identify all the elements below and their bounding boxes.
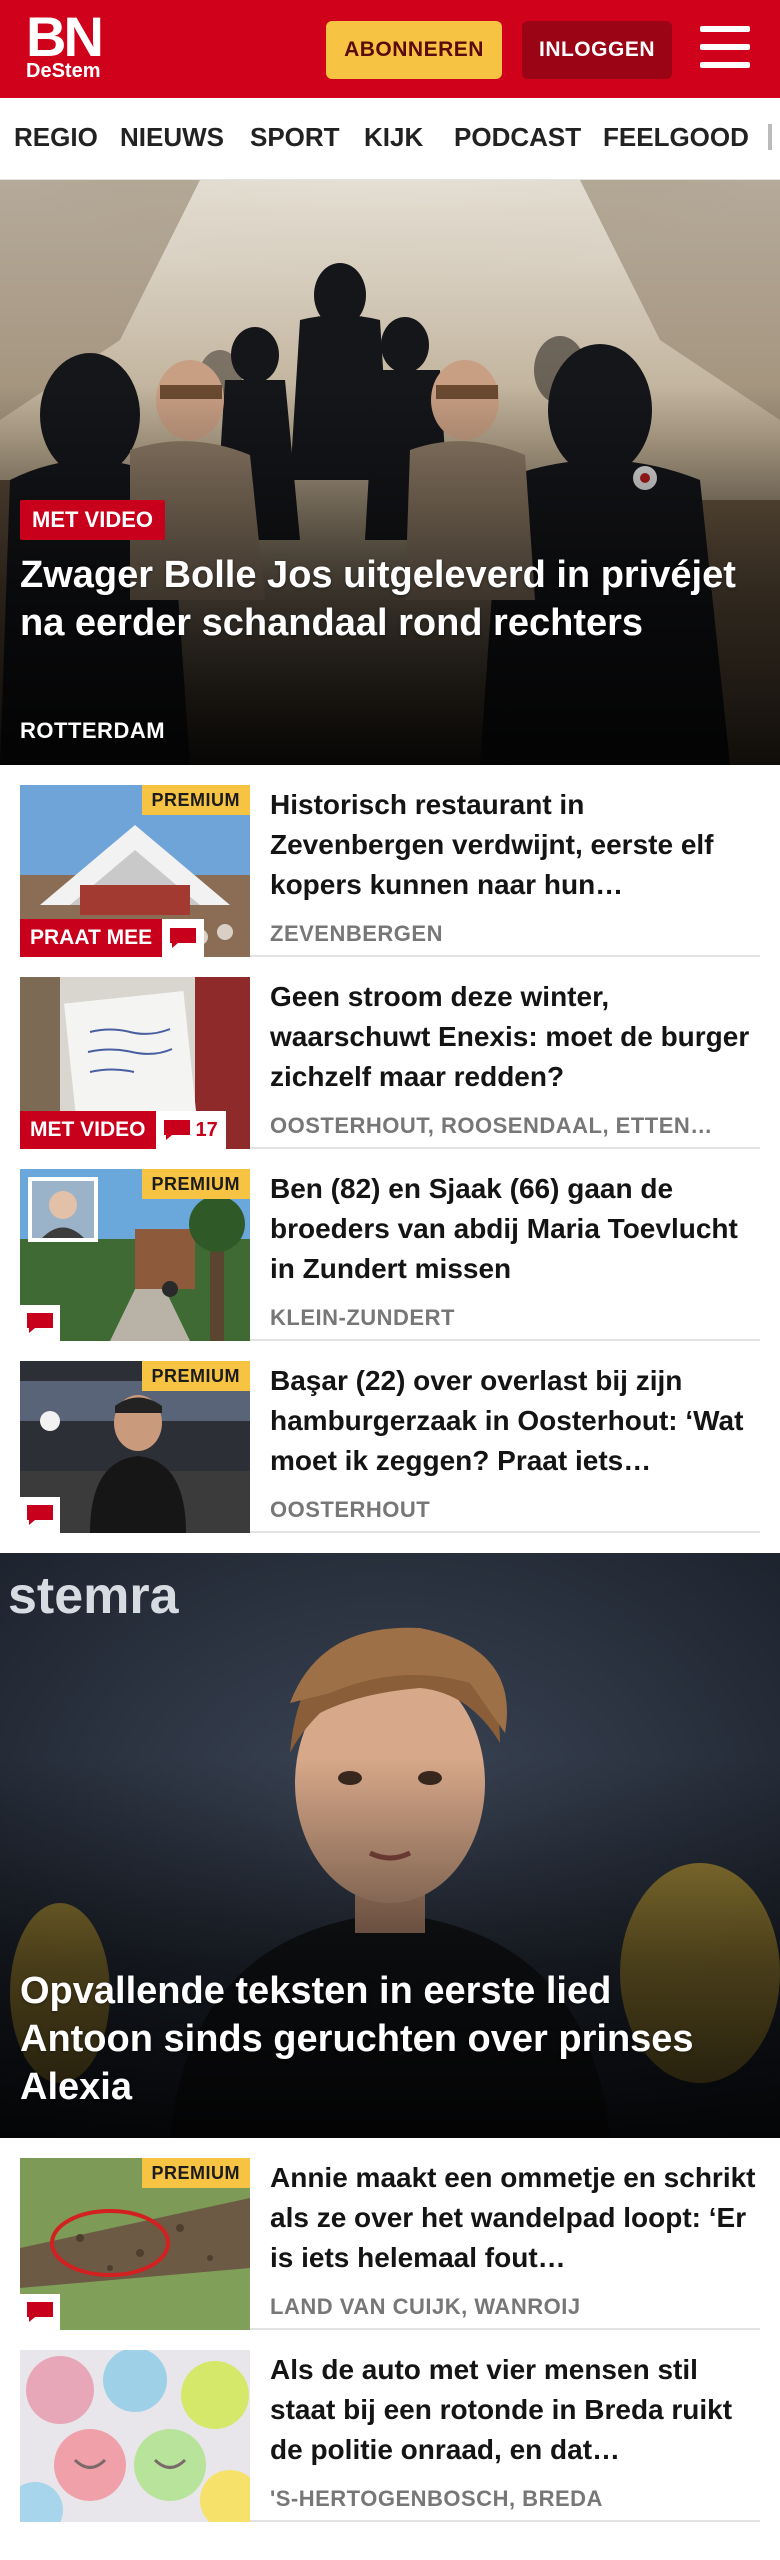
article-location: OOSTERHOUT, ROOSENDAAL, ETTEN… xyxy=(270,1113,713,1138)
comment-count-value: 17 xyxy=(195,1118,218,1141)
article-title[interactable]: Ben (82) en Sjaak (66) gaan de broeders … xyxy=(270,1169,760,1289)
article-location: OOSTERHOUT xyxy=(270,1497,431,1522)
video-badge: MET VIDEO xyxy=(20,500,166,540)
article-thumbnail[interactable]: PREMIUM xyxy=(20,1361,250,1533)
nav-overflow-indicator xyxy=(768,124,772,150)
article-thumbnail[interactable]: PREMIUM xyxy=(20,2158,250,2330)
nav-item-feelgood[interactable]: FEELGOOD xyxy=(603,122,749,153)
article-thumbnail[interactable]: PREMIUM PRAAT MEE xyxy=(20,785,250,957)
article-row[interactable]: PREMIUM Başar (22) over overlast bij zij… xyxy=(20,1361,760,1533)
premium-badge: PREMIUM xyxy=(141,1361,250,1391)
premium-badge: PREMIUM xyxy=(141,2158,250,2188)
article-title[interactable]: Geen stroom deze winter, waarschuwt Enex… xyxy=(270,977,760,1097)
hamburger-menu-icon[interactable] xyxy=(700,26,754,70)
comment-icon xyxy=(163,1120,190,1140)
article-image xyxy=(20,2350,250,2522)
article-row[interactable]: PREMIUM Ben (82) en Sjaak (66) gaan de b… xyxy=(20,1169,760,1341)
nav-item-sport[interactable]: SPORT xyxy=(250,122,340,153)
article-thumbnail[interactable]: PREMIUM xyxy=(20,1169,250,1341)
login-button[interactable]: INLOGGEN xyxy=(522,21,672,79)
premium-badge: PREMIUM xyxy=(141,785,250,815)
hero-location: ROTTERDAM xyxy=(20,718,166,743)
hero-article[interactable]: MET VIDEO Zwager Bolle Jos uitgeleverd i… xyxy=(0,180,780,765)
engagement-badge: MET VIDEO 17 xyxy=(20,1111,226,1149)
comment-icon xyxy=(20,1305,60,1341)
subscribe-button[interactable]: ABONNEREN xyxy=(326,21,502,79)
video-label: MET VIDEO xyxy=(20,1111,156,1149)
article-location: 'S-HERTOGENBOSCH, BREDA xyxy=(270,2486,603,2511)
logo-main: BN xyxy=(26,5,104,68)
praat-mee-label: PRAAT MEE xyxy=(20,919,163,957)
nav-item-nieuws[interactable]: NIEUWS xyxy=(120,122,224,153)
article-row[interactable]: PREMIUM Annie maakt een ommetje en schri… xyxy=(20,2158,760,2330)
engagement-badge: PRAAT MEE xyxy=(20,919,205,957)
comment-count: 17 xyxy=(155,1111,226,1149)
article-row[interactable]: PREMIUM PRAAT MEE Historisch restaurant … xyxy=(20,785,760,957)
article-title[interactable]: Historisch restaurant in Zevenbergen ver… xyxy=(270,785,760,905)
article-row[interactable]: MET VIDEO 17 Geen stroom deze winter, wa… xyxy=(20,977,760,1149)
nav-item-podcast[interactable]: PODCAST xyxy=(454,122,581,153)
article-location: LAND VAN CUIJK, WANROIJ xyxy=(270,2294,581,2319)
article-location: ZEVENBERGEN xyxy=(270,921,443,946)
article-location: KLEIN-ZUNDERT xyxy=(270,1305,455,1330)
article-title[interactable]: Annie maakt een ommetje en schrikt als z… xyxy=(270,2158,760,2278)
article-thumbnail[interactable] xyxy=(20,2350,250,2522)
article-title[interactable]: Als de auto met vier mensen stil staat b… xyxy=(270,2350,760,2470)
premium-badge: PREMIUM xyxy=(141,1169,250,1199)
section-nav: REGIO NIEUWS SPORT KIJK PODCAST FEELGOOD xyxy=(0,98,780,180)
nav-item-regio[interactable]: REGIO xyxy=(14,122,98,153)
site-header: BN DeStem ABONNEREN INLOGGEN xyxy=(0,0,780,98)
article-title[interactable]: Başar (22) over overlast bij zijn hambur… xyxy=(270,1361,760,1481)
comment-icon xyxy=(20,2294,60,2330)
hero-article[interactable]: stemra Opvallende teksten in eerste lied… xyxy=(0,1553,780,2138)
comment-icon xyxy=(162,919,205,957)
hero-title[interactable]: Zwager Bolle Jos uitgeleverd in privéjet… xyxy=(20,551,740,647)
comment-icon xyxy=(20,1497,60,1533)
article-row[interactable]: Als de auto met vier mensen stil staat b… xyxy=(20,2350,760,2522)
hero-title[interactable]: Opvallende teksten in eerste lied Antoon… xyxy=(20,1967,740,2111)
article-thumbnail[interactable]: MET VIDEO 17 xyxy=(20,977,250,1149)
logo-sub: DeStem xyxy=(26,60,101,82)
nav-item-kijk[interactable]: KIJK xyxy=(364,122,423,153)
site-logo[interactable]: BN DeStem xyxy=(26,5,104,83)
